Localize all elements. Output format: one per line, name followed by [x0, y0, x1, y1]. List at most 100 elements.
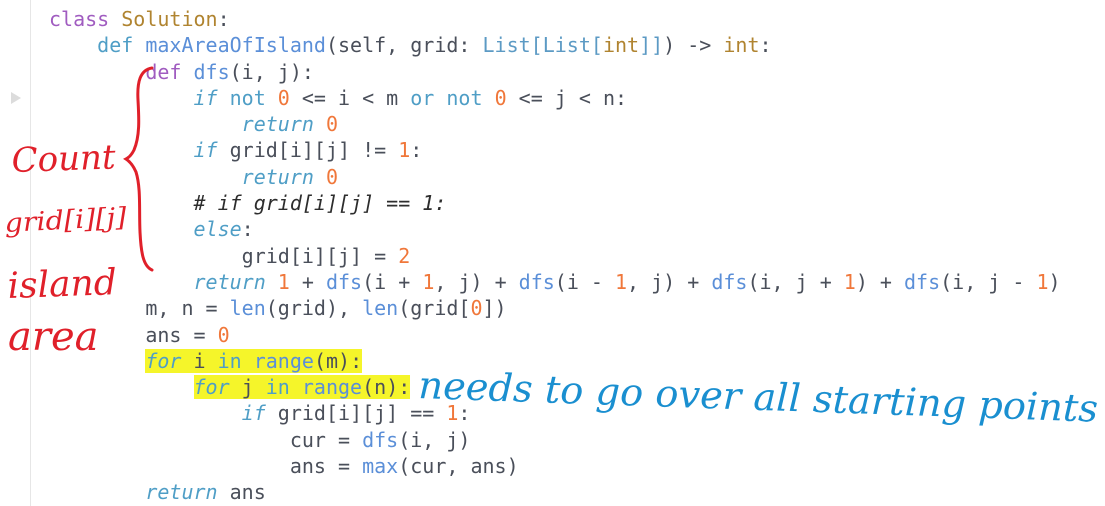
code-line[interactable]: else: — [49, 216, 1061, 242]
code-token: dfs — [325, 269, 363, 294]
code-token: return — [145, 480, 230, 505]
code-token: (i, j - — [940, 269, 1037, 294]
code-token: return — [193, 269, 278, 294]
code-token: , j) + — [627, 269, 712, 294]
code-token: dfs — [193, 59, 230, 84]
code-token: # if grid[i][j] == 1: — [193, 191, 447, 216]
code-line[interactable]: m, n = len(grid), len(grid[0]) — [49, 295, 1061, 321]
code-token: ans = — [145, 322, 218, 347]
code-token: (n) — [362, 375, 399, 400]
code-token: 1 — [615, 269, 628, 294]
code-token: len — [362, 296, 399, 321]
code-token: : — [410, 138, 423, 163]
code-line[interactable]: return 1 + dfs(i + 1, j) + dfs(i - 1, j)… — [49, 269, 1061, 295]
code-line[interactable]: if grid[i][j] != 1: — [49, 137, 1061, 163]
code-token: ]] — [639, 33, 664, 58]
code-line[interactable]: for i in range(m): — [49, 348, 1061, 374]
code-token: : — [217, 7, 230, 31]
code-token: ) -> — [663, 33, 724, 58]
code-line[interactable]: def maxAreaOfIsland(self, grid: List[Lis… — [49, 32, 1061, 58]
code-token: (i, j) — [398, 427, 471, 452]
code-token: : — [759, 33, 772, 58]
code-token: <= i < m — [289, 85, 411, 110]
code-token: ans — [229, 480, 266, 505]
code-token: dfs — [362, 427, 399, 452]
code-token: range — [253, 348, 314, 373]
code-token: 2 — [398, 243, 411, 268]
code-token: 1 — [1036, 269, 1049, 294]
code-token: (grid[ — [398, 296, 471, 321]
code-token: : — [458, 401, 471, 426]
code-line[interactable]: def dfs(i, j): — [49, 59, 1061, 85]
code-token: for — [145, 348, 194, 373]
code-line[interactable]: class Solution: — [49, 6, 1061, 32]
breakpoint-marker-icon[interactable] — [11, 92, 21, 104]
code-token: 1 — [398, 138, 411, 163]
code-line[interactable]: if not 0 <= i < m or not 0 <= j < n: — [49, 85, 1061, 111]
code-token: 0 — [325, 112, 338, 137]
code-token: grid[i][j] = — [241, 243, 399, 268]
code-token: + — [289, 269, 326, 294]
code-token: if — [193, 85, 230, 110]
code-token: : — [241, 217, 254, 242]
code-line[interactable]: ans = 0 — [49, 322, 1061, 348]
code-line[interactable]: return ans — [49, 479, 1061, 505]
code-line[interactable]: return 0 — [49, 111, 1061, 137]
code-token: ]) — [482, 296, 507, 321]
code-token: dfs — [711, 269, 748, 294]
code-line[interactable]: return 0 — [49, 164, 1061, 190]
code-token: (i - — [554, 269, 615, 294]
code-token: not — [229, 85, 278, 110]
code-token: Solution — [121, 7, 218, 31]
code-line[interactable]: cur = dfs(i, j) — [49, 427, 1061, 453]
code-token: 0 — [277, 85, 290, 110]
code-line[interactable]: for j in range(n): — [49, 374, 1061, 400]
code-token: 1 — [422, 269, 435, 294]
code-token: 0 — [217, 322, 230, 347]
code-token: if — [193, 138, 230, 163]
code-token: (i, j): — [229, 59, 314, 84]
code-token: int — [602, 33, 640, 58]
code-editor[interactable]: class Solution: def maxAreaOfIsland(self… — [49, 6, 1061, 506]
code-token: ans = — [289, 454, 363, 479]
code-line[interactable]: if grid[i][j] == 1: — [49, 400, 1061, 426]
code-token: j — [241, 375, 266, 400]
code-token: (self, grid: — [325, 33, 483, 58]
code-token: or not — [410, 85, 495, 110]
code-token: ) — [1048, 269, 1061, 294]
code-token: m, n = — [145, 296, 230, 321]
code-line[interactable]: ans = max(cur, ans) — [49, 453, 1061, 479]
code-token: max — [362, 454, 399, 479]
code-token: return — [241, 112, 326, 137]
code-token: grid[i][j] == — [277, 401, 447, 426]
code-token: (cur, ans) — [398, 454, 519, 479]
code-token: range — [301, 375, 363, 400]
code-line[interactable]: grid[i][j] = 2 — [49, 243, 1061, 269]
code-token: 1 — [446, 401, 459, 426]
code-token: def — [97, 33, 146, 58]
code-token: i — [193, 348, 218, 373]
code-token: (grid), — [265, 296, 363, 321]
code-token: grid[i][j] != — [229, 138, 399, 163]
code-line[interactable]: # if grid[i][j] == 1: — [49, 190, 1061, 216]
code-token: 0 — [325, 164, 338, 189]
code-token: (i + — [362, 269, 423, 294]
code-token: List[List[ — [482, 33, 603, 58]
code-token: if — [241, 401, 278, 426]
